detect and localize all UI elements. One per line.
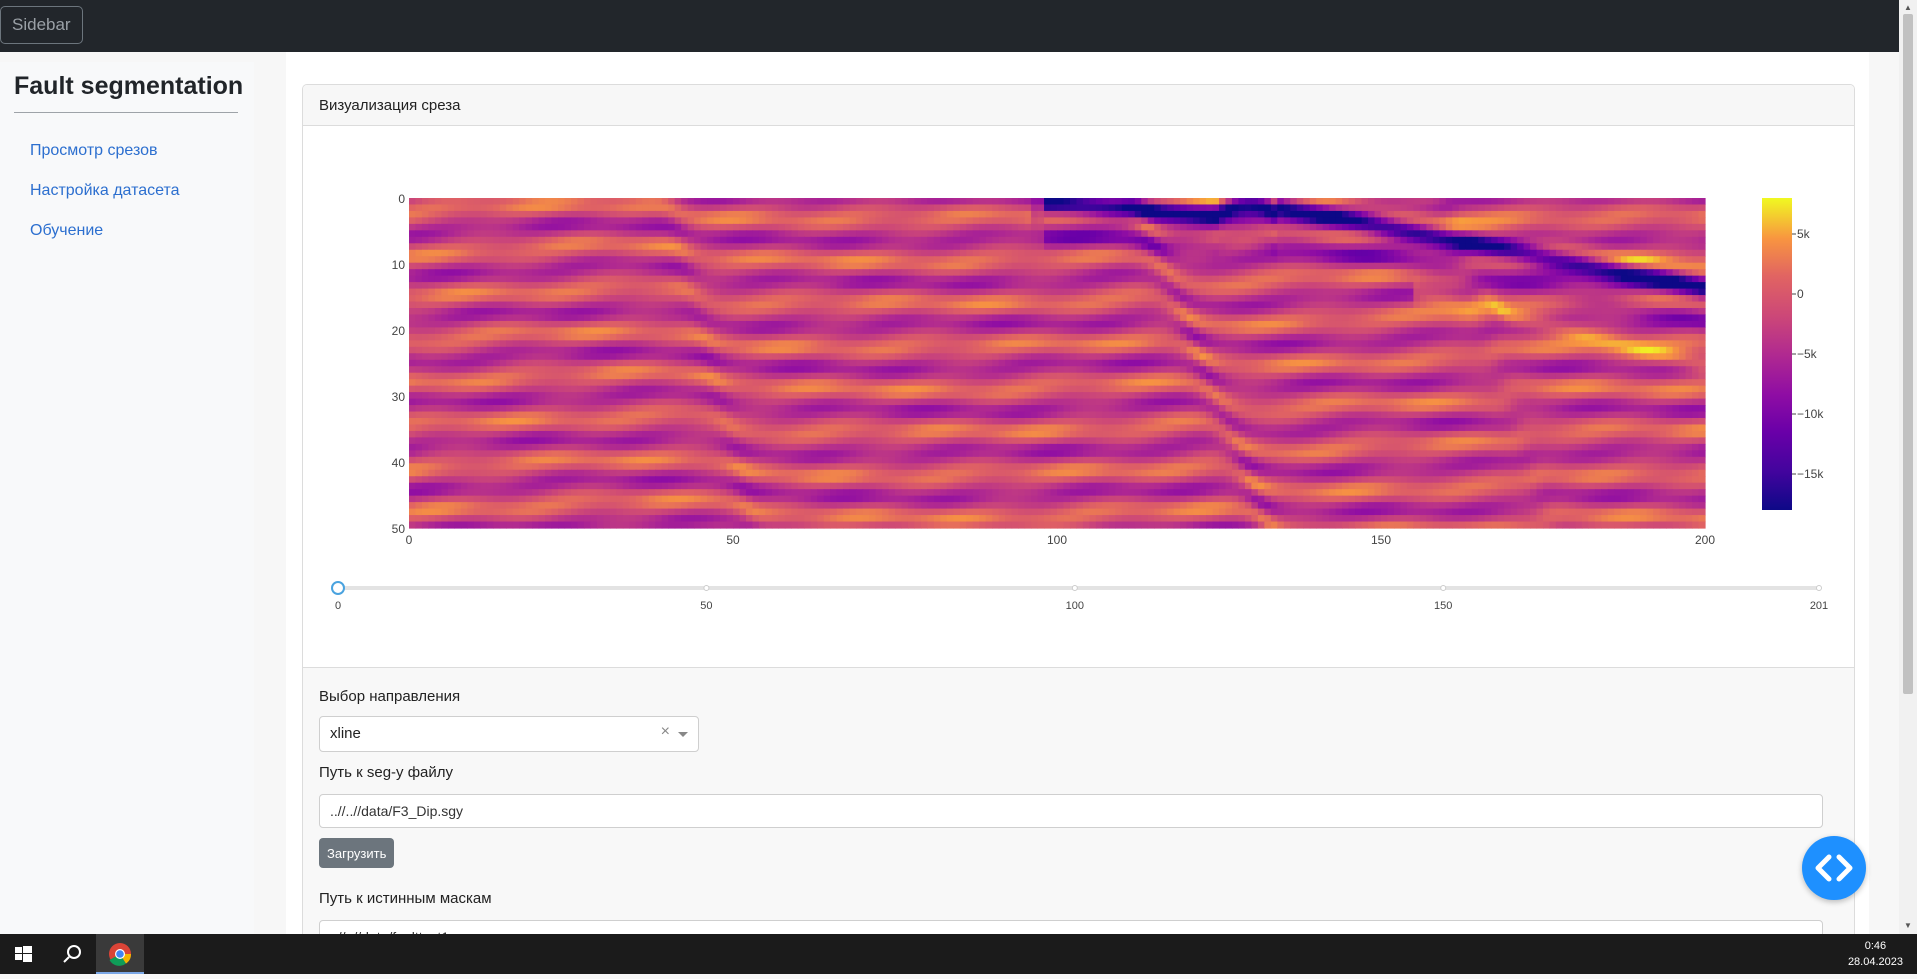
heatmap-cells (409, 198, 1706, 529)
colorbar-tick-label: −5k (1797, 347, 1818, 361)
slider-mark[interactable] (1441, 586, 1446, 591)
clear-icon[interactable]: × (661, 723, 670, 741)
heatmap-svg: 050100150200 01020304050 5k0−5k−10k−15k … (303, 126, 1854, 666)
clock-time: 0:46 (1848, 938, 1903, 954)
colorbar-tick-label: −15k (1797, 467, 1824, 481)
clock-date: 28.04.2023 (1848, 954, 1903, 970)
sidebar-toggle-button[interactable]: Sidebar (0, 6, 83, 44)
segy-path-input[interactable] (319, 794, 1823, 828)
chevron-down-icon[interactable] (678, 732, 688, 737)
masks-path-label: Путь к истинным маскам (319, 890, 492, 907)
os-taskbar: 0:46 28.04.2023 (0, 934, 1917, 974)
x-tick-label: 50 (726, 533, 740, 547)
slider-tick-label: 100 (1066, 600, 1084, 612)
colorbar-tick-label: 0 (1797, 287, 1804, 301)
scroll-up-icon[interactable]: ▲ (1904, 3, 1912, 12)
direction-select-value: xline (330, 725, 361, 742)
slice-card: Визуализация среза 050100150200 010203 (302, 84, 1855, 966)
chrome-icon[interactable] (96, 934, 144, 974)
controls-panel: Выбор направления xline × Путь к seg-y ф… (303, 667, 1854, 966)
x-tick-label: 100 (1047, 533, 1067, 547)
colorbar-tick-label: 5k (1797, 227, 1811, 241)
y-tick-label: 10 (392, 258, 406, 272)
search-icon[interactable] (48, 934, 96, 974)
direction-label: Выбор направления (319, 688, 460, 705)
windows-start-icon[interactable] (0, 934, 48, 974)
colorbar-tick-label: −10k (1797, 407, 1824, 421)
page-scrollbar[interactable]: ▲ ▼ (1899, 0, 1917, 934)
x-tick-label: 0 (406, 533, 413, 547)
sidebar-item-slices[interactable]: Просмотр срезов (30, 142, 158, 160)
sidebar-divider (14, 112, 238, 113)
colorbar-ticks: 5k 0 −5k −10k −15k (1792, 227, 1824, 481)
y-tick-label: 50 (392, 522, 406, 536)
colorbar (1762, 198, 1792, 510)
card-title: Визуализация среза (319, 97, 460, 114)
slider-tick-label: 150 (1434, 600, 1452, 612)
segy-path-label: Путь к seg-y файлу (319, 764, 453, 781)
slider-tick-label: 201 (1810, 600, 1828, 612)
code-toggle-button[interactable] (1802, 836, 1866, 900)
y-tick-label: 30 (392, 390, 406, 404)
slider-mark[interactable] (704, 586, 709, 591)
load-button[interactable]: Загрузить (319, 838, 394, 868)
scroll-down-icon[interactable]: ▼ (1904, 921, 1912, 930)
system-clock[interactable]: 0:46 28.04.2023 (1848, 938, 1903, 970)
x-tick-label: 200 (1695, 533, 1715, 547)
y-tick-label: 40 (392, 456, 406, 470)
y-tick-label: 0 (398, 192, 405, 206)
app-title: Fault segmentation (14, 72, 243, 101)
heatmap-plot[interactable]: 050100150200 01020304050 5k0−5k−10k−15k … (303, 126, 1854, 666)
code-brackets-icon (1802, 836, 1866, 900)
x-axis: 0 50 100 150 200 (406, 533, 1716, 547)
slider-tick-label: 0 (335, 600, 341, 612)
direction-select[interactable]: xline × (319, 716, 699, 752)
slider-mark[interactable] (1817, 586, 1822, 591)
scrollbar-thumb[interactable] (1903, 14, 1913, 694)
sidebar-item-dataset[interactable]: Настройка датасета (30, 182, 180, 200)
y-tick-label: 20 (392, 324, 406, 338)
slider-tick-label: 50 (700, 600, 712, 612)
x-tick-label: 150 (1371, 533, 1391, 547)
card-header: Визуализация среза (303, 85, 1854, 126)
top-navbar: Sidebar (0, 0, 1899, 52)
sidebar-item-training[interactable]: Обучение (30, 222, 103, 240)
slider-mark[interactable] (1072, 586, 1077, 591)
y-axis: 0 10 20 30 40 50 (392, 192, 406, 536)
slider-handle[interactable] (332, 582, 344, 594)
